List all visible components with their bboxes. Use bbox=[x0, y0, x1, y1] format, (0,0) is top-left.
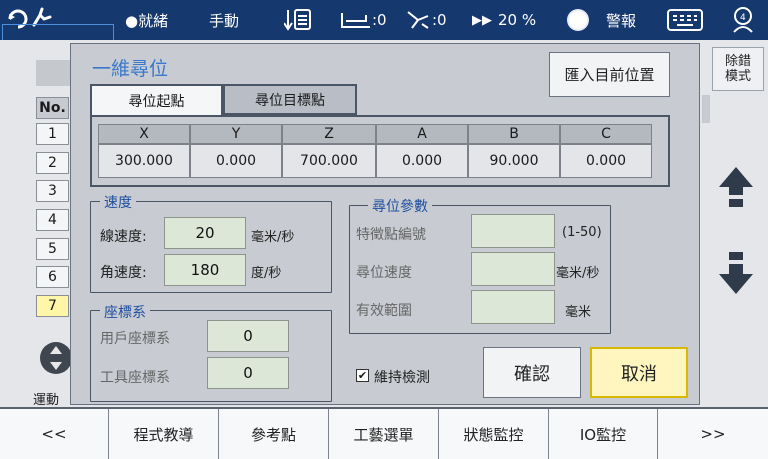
coord-header-z: Z bbox=[282, 124, 376, 144]
nav-next-button[interactable]: >> bbox=[658, 409, 768, 459]
angular-speed-unit: 度/秒 bbox=[251, 266, 282, 281]
import-position-button[interactable]: 匯入目前位置 bbox=[549, 52, 670, 97]
tool-frame-count: :0 bbox=[372, 11, 387, 29]
confirm-button[interactable]: 確認 bbox=[483, 347, 581, 398]
user-frame-count: :0 bbox=[432, 11, 447, 29]
search-speed-label: 尋位速度 bbox=[356, 265, 412, 281]
linear-speed-label: 線速度: bbox=[100, 229, 147, 245]
svg-text:4: 4 bbox=[740, 13, 746, 23]
coord-value-y: 0.000 bbox=[190, 144, 282, 178]
effective-range-input[interactable] bbox=[471, 290, 555, 324]
table-row-number[interactable]: 1 bbox=[36, 123, 69, 145]
linear-speed-unit: 毫米/秒 bbox=[251, 230, 295, 245]
search-speed-input[interactable] bbox=[471, 252, 555, 286]
angular-speed-input[interactable]: 180 bbox=[164, 254, 246, 286]
table-col-header: No. bbox=[36, 97, 69, 119]
feature-point-label: 特徵點編號 bbox=[356, 227, 426, 243]
speed-value: 20 % bbox=[498, 11, 537, 29]
status-bar: ●就緒 手動 :0 :0 ▶▶ 20 % 警報 4 bbox=[0, 0, 768, 42]
coord-header-c: C bbox=[560, 124, 652, 144]
table-row-number[interactable]: 6 bbox=[36, 266, 69, 288]
nav-reference-point[interactable]: 參考點 bbox=[219, 409, 329, 459]
coord-value-c: 0.000 bbox=[560, 144, 652, 178]
keyboard-icon[interactable] bbox=[666, 0, 704, 40]
table-row-number[interactable]: 5 bbox=[36, 238, 69, 260]
user-frame-label: 用戶座標系 bbox=[100, 331, 170, 347]
speed-group-title: 速度 bbox=[100, 192, 136, 212]
search-speed-unit: 毫米/秒 bbox=[556, 266, 600, 281]
tool-frame-label: 工具座標系 bbox=[100, 370, 170, 386]
maintain-check-checkbox[interactable]: ✔ bbox=[356, 369, 369, 382]
coord-value-z: 700.000 bbox=[282, 144, 376, 178]
alarm-label[interactable]: 警報 bbox=[606, 0, 636, 40]
fast-forward-icon: ▶▶ bbox=[472, 12, 492, 28]
tab-search-start[interactable]: 尋位起點 bbox=[90, 84, 223, 116]
tool-frame-icon bbox=[341, 13, 370, 28]
feature-point-range: (1-50) bbox=[562, 225, 602, 240]
tab-search-target[interactable]: 尋位目標點 bbox=[223, 84, 357, 115]
scroll-up-arrow-icon[interactable] bbox=[717, 165, 755, 211]
effective-range-label: 有效範圍 bbox=[356, 303, 412, 319]
search-params-group-title: 尋位參數 bbox=[368, 196, 432, 216]
coord-header-x: X bbox=[98, 124, 190, 144]
bg-header-bar bbox=[36, 60, 70, 86]
angular-speed-label: 角速度: bbox=[100, 265, 147, 281]
nav-prev-button[interactable]: << bbox=[0, 409, 109, 459]
tool-frame-status[interactable]: :0 bbox=[340, 0, 387, 40]
table-row-number[interactable]: 7 bbox=[36, 295, 69, 317]
coord-header-b: B bbox=[468, 124, 560, 144]
feature-point-input[interactable] bbox=[471, 214, 555, 248]
nav-status-monitor[interactable]: 狀態監控 bbox=[439, 409, 549, 459]
coord-system-group-title: 座標系 bbox=[100, 302, 150, 322]
debug-mode-button[interactable]: 除錯 模式 bbox=[712, 47, 764, 91]
mode-status[interactable]: 手動 bbox=[209, 0, 239, 40]
nav-program-teach[interactable]: 程式教導 bbox=[109, 409, 219, 459]
motion-icon[interactable] bbox=[36, 340, 72, 376]
ready-status: ●就緒 bbox=[125, 11, 169, 30]
linear-speed-input[interactable]: 20 bbox=[164, 217, 246, 249]
table-row-number[interactable]: 3 bbox=[36, 180, 69, 202]
coord-value-a: 0.000 bbox=[376, 144, 468, 178]
nav-process-menu[interactable]: 工藝選單 bbox=[329, 409, 439, 459]
table-row-number[interactable]: 4 bbox=[36, 209, 69, 231]
maintain-check-label[interactable]: 維持檢測 bbox=[374, 367, 430, 387]
motion-label: 運動 bbox=[33, 393, 60, 408]
alarm-indicator-icon bbox=[566, 0, 590, 40]
coord-header-y: Y bbox=[190, 124, 282, 144]
scroll-down-arrow-icon[interactable] bbox=[717, 250, 755, 296]
user-frame-input[interactable]: 0 bbox=[207, 320, 289, 352]
coord-header-a: A bbox=[376, 124, 468, 144]
program-list-icon[interactable] bbox=[284, 0, 312, 40]
dialog-title: 一維尋位 bbox=[92, 58, 169, 80]
speed-status[interactable]: ▶▶ 20 % bbox=[472, 0, 536, 40]
coord-value-x: 300.000 bbox=[98, 144, 190, 178]
user-frame-status[interactable]: :0 bbox=[404, 0, 447, 40]
cancel-button[interactable]: 取消 bbox=[590, 347, 688, 398]
bg-strip bbox=[702, 95, 710, 123]
effective-range-unit: 毫米 bbox=[565, 305, 592, 320]
table-row-number[interactable]: 2 bbox=[36, 152, 69, 174]
user-frame-icon bbox=[407, 11, 429, 29]
coord-value-b: 90.000 bbox=[468, 144, 560, 178]
user-login-icon[interactable]: 4 bbox=[730, 0, 760, 40]
tool-frame-input[interactable]: 0 bbox=[207, 357, 289, 389]
nav-io-monitor[interactable]: IO監控 bbox=[549, 409, 658, 459]
